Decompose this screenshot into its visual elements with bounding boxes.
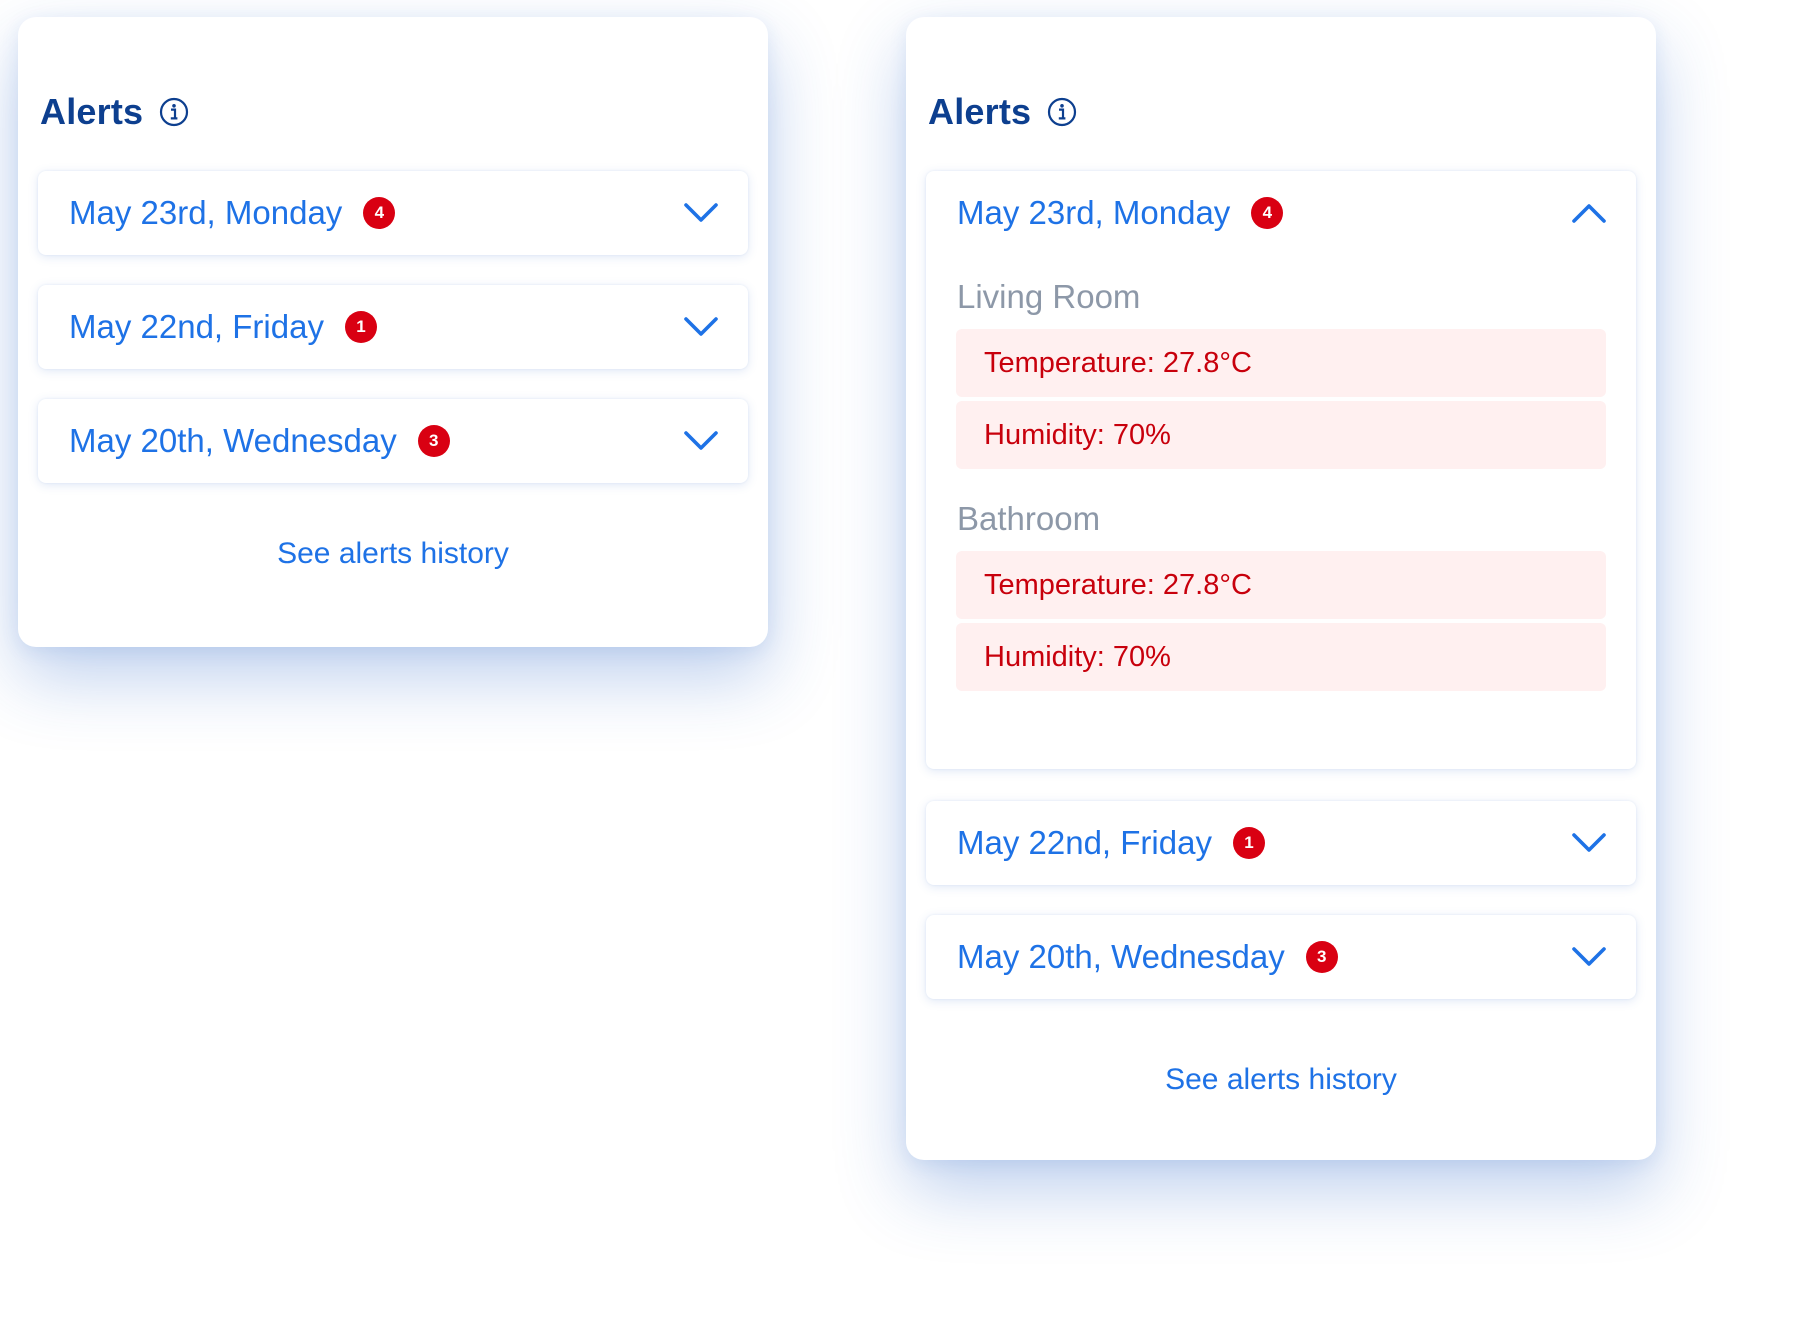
day-label: May 20th, Wednesday — [69, 422, 397, 459]
chevron-down-icon[interactable] — [682, 309, 720, 345]
day-item-may-23[interactable]: May 23rd, Monday 4 — [38, 171, 748, 255]
alert-count-badge: 3 — [1305, 941, 1338, 973]
alert-item-temperature[interactable]: Temperature: 27.8°C — [956, 551, 1606, 619]
day-label: May 22nd, Friday — [69, 308, 324, 345]
chevron-down-icon[interactable] — [682, 423, 720, 459]
panel-header: Alerts — [40, 91, 189, 133]
alerts-panel-expanded: Alerts May 23rd, Monday 4 Living Room Te… — [906, 17, 1656, 1160]
alerts-showcase: Alerts May 23rd, Monday 4 May 22nd, Frid… — [0, 0, 1804, 1332]
day-header[interactable]: May 20th, Wednesday 3 — [38, 399, 748, 483]
alert-count-badge: 4 — [1251, 197, 1284, 229]
see-alerts-history-link[interactable]: See alerts history — [18, 537, 768, 571]
day-header[interactable]: May 20th, Wednesday 3 — [926, 915, 1636, 999]
alert-count-badge: 1 — [1232, 827, 1265, 859]
see-alerts-history-link[interactable]: See alerts history — [906, 1063, 1656, 1097]
room-name: Living Room — [957, 278, 1141, 315]
room-name: Bathroom — [957, 500, 1101, 537]
day-label: May 23rd, Monday — [957, 194, 1231, 231]
day-item-may-23-expanded[interactable]: May 23rd, Monday 4 Living Room Temperatu… — [926, 171, 1636, 769]
panel-title: Alerts — [40, 91, 144, 132]
day-item-may-20[interactable]: May 20th, Wednesday 3 — [926, 915, 1636, 999]
day-header[interactable]: May 23rd, Monday 4 — [38, 171, 748, 255]
day-item-may-22[interactable]: May 22nd, Friday 1 — [926, 801, 1636, 885]
panel-header: Alerts — [928, 91, 1077, 133]
alert-count-badge: 3 — [417, 425, 450, 457]
chevron-down-icon[interactable] — [1570, 939, 1608, 975]
room-group-bathroom: Bathroom Temperature: 27.8°C Humidity: 7… — [926, 497, 1636, 691]
info-icon[interactable] — [1047, 97, 1077, 127]
alert-item-humidity[interactable]: Humidity: 70% — [956, 401, 1606, 469]
chevron-down-icon[interactable] — [1570, 825, 1608, 861]
panel-title: Alerts — [928, 91, 1032, 132]
alert-count-badge: 1 — [344, 311, 377, 343]
alert-item-humidity[interactable]: Humidity: 70% — [956, 623, 1606, 691]
room-group-living-room: Living Room Temperature: 27.8°C Humidity… — [926, 275, 1636, 469]
day-header[interactable]: May 22nd, Friday 1 — [38, 285, 748, 369]
day-label: May 23rd, Monday — [69, 194, 343, 231]
day-item-may-22[interactable]: May 22nd, Friday 1 — [38, 285, 748, 369]
chevron-up-icon[interactable] — [1570, 195, 1608, 231]
day-header[interactable]: May 22nd, Friday 1 — [926, 801, 1636, 885]
day-label: May 20th, Wednesday — [957, 938, 1285, 975]
day-header[interactable]: May 23rd, Monday 4 — [926, 171, 1636, 255]
alerts-panel-collapsed: Alerts May 23rd, Monday 4 May 22nd, Frid… — [18, 17, 768, 647]
day-label: May 22nd, Friday — [957, 824, 1212, 861]
chevron-down-icon[interactable] — [682, 195, 720, 231]
info-icon[interactable] — [159, 97, 189, 127]
day-item-may-20[interactable]: May 20th, Wednesday 3 — [38, 399, 748, 483]
alert-count-badge: 4 — [363, 197, 396, 229]
alert-item-temperature[interactable]: Temperature: 27.8°C — [956, 329, 1606, 397]
